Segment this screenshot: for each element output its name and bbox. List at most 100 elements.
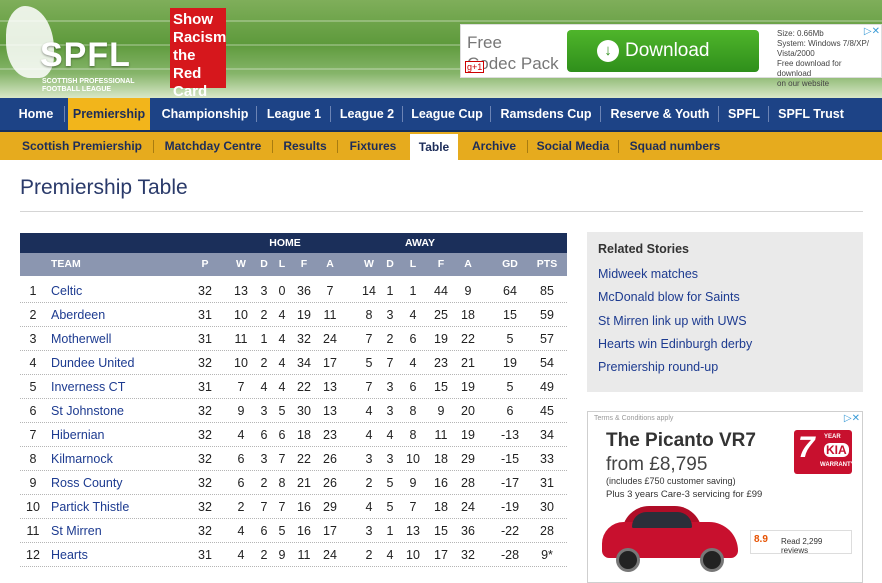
- page-title: Premiership Table: [20, 176, 188, 199]
- row-team-link[interactable]: Celtic: [51, 279, 191, 303]
- row-team-link[interactable]: Hibernian: [51, 423, 191, 447]
- row-team-link[interactable]: Inverness CT: [51, 375, 191, 399]
- nav-item-championship[interactable]: Championship: [155, 98, 255, 130]
- row-team-link[interactable]: Dundee United: [51, 351, 191, 375]
- nav-item-spfl[interactable]: SPFL: [722, 98, 766, 130]
- nav-item-reserve-youth[interactable]: Reserve & Youth: [604, 98, 716, 130]
- row-away-for: 15: [434, 380, 448, 394]
- nav-divider: [490, 106, 491, 122]
- table-row: 9 Ross County 32 6 2 8 21 26 2 5 9 16 28…: [20, 471, 567, 495]
- table-row: 3 Motherwell 31 11 1 4 32 24 7 2 6 19 22…: [20, 327, 567, 351]
- codec-pack-ad[interactable]: Free Codec Pack g+1 ↓ Download Size: 0.6…: [460, 24, 882, 88]
- row-away-for: 19: [434, 332, 448, 346]
- ad-terms: Terms & Conditions apply: [594, 415, 674, 422]
- google-plus-icon[interactable]: g+1: [465, 61, 485, 73]
- row-home-won: 7: [237, 380, 245, 394]
- row-team-link[interactable]: St Mirren: [51, 519, 191, 543]
- row-home-for: 19: [297, 308, 311, 322]
- row-home-against: 17: [323, 356, 337, 370]
- row-home-lost: 4: [278, 380, 286, 394]
- row-played: 32: [198, 404, 212, 418]
- row-away-lost: 7: [409, 500, 417, 514]
- row-team-link[interactable]: Hearts: [51, 543, 191, 567]
- subnav-item-fixtures[interactable]: Fixtures: [341, 132, 405, 160]
- row-away-won: 4: [365, 428, 373, 442]
- ad-close-icon[interactable]: ▷✕: [864, 26, 880, 37]
- nav-divider: [330, 106, 331, 122]
- row-goal-difference: 5: [506, 332, 514, 346]
- row-away-against: 18: [461, 308, 475, 322]
- title-divider: [20, 211, 863, 212]
- download-label: Download: [625, 40, 710, 61]
- row-away-lost: 8: [409, 428, 417, 442]
- col-header-team: TEAM: [51, 258, 81, 270]
- row-team-link[interactable]: Aberdeen: [51, 303, 191, 327]
- subnav-item-results[interactable]: Results: [276, 132, 334, 160]
- nav-item-league-cup[interactable]: League Cup: [406, 98, 488, 130]
- row-home-won: 6: [237, 476, 245, 490]
- col-header-away-for: F: [437, 258, 445, 270]
- row-position: 11: [26, 524, 40, 538]
- related-story-link[interactable]: McDonald blow for Saints: [598, 290, 740, 304]
- row-position: 9: [29, 476, 37, 490]
- row-away-for: 18: [434, 500, 448, 514]
- row-away-won: 3: [365, 452, 373, 466]
- row-team-link[interactable]: St Johnstone: [51, 399, 191, 423]
- row-points: 28: [540, 524, 554, 538]
- row-home-won: 13: [234, 284, 248, 298]
- nav-item-premiership[interactable]: Premiership: [68, 98, 150, 130]
- row-away-against: 29: [461, 452, 475, 466]
- subnav-item-table[interactable]: Table: [410, 134, 458, 162]
- row-home-drawn: 7: [260, 500, 268, 514]
- related-story-link[interactable]: St Mirren link up with UWS: [598, 314, 747, 328]
- row-goal-difference: 5: [506, 380, 514, 394]
- subnav-item-social-media[interactable]: Social Media: [531, 132, 615, 160]
- row-away-for: 9: [437, 404, 445, 418]
- row-home-won: 4: [237, 548, 245, 562]
- nav-item-spfl-trust[interactable]: SPFL Trust: [772, 98, 850, 130]
- row-played: 32: [198, 452, 212, 466]
- row-goal-difference: -28: [500, 548, 520, 562]
- row-away-against: 36: [461, 524, 475, 538]
- row-goal-difference: -17: [500, 476, 520, 490]
- row-home-for: 36: [297, 284, 311, 298]
- reviews-badge[interactable]: 8.9 Read 2,299 reviews: [750, 530, 852, 555]
- related-story-link[interactable]: Hearts win Edinburgh derby: [598, 337, 752, 351]
- row-team-link[interactable]: Partick Thistle: [51, 495, 191, 519]
- row-played: 32: [198, 284, 212, 298]
- row-team-link[interactable]: Motherwell: [51, 327, 191, 351]
- kia-picanto-ad[interactable]: Terms & Conditions apply ▷✕ The Picanto …: [587, 411, 863, 583]
- nav-item-league-2[interactable]: League 2: [334, 98, 400, 130]
- subnav-item-matchday-centre[interactable]: Matchday Centre: [157, 132, 269, 160]
- subnav-item-archive[interactable]: Archive: [464, 132, 524, 160]
- col-header-away-lost: L: [409, 258, 417, 270]
- row-home-lost: 5: [278, 524, 286, 538]
- nav-item-league-1[interactable]: League 1: [260, 98, 328, 130]
- row-points: 57: [540, 332, 554, 346]
- nav-item-ramsdens-cup[interactable]: Ramsdens Cup: [494, 98, 598, 130]
- row-team-link[interactable]: Kilmarnock: [51, 447, 191, 471]
- related-stories-panel: Related Stories Midweek matches McDonald…: [587, 232, 863, 392]
- download-button[interactable]: ↓ Download: [567, 30, 759, 72]
- subnav-item-squad-numbers[interactable]: Squad numbers: [622, 132, 728, 160]
- table-row: 6 St Johnstone 32 9 3 5 30 13 4 3 8 9 20…: [20, 399, 567, 423]
- row-home-against: 11: [323, 308, 337, 322]
- spfl-logo[interactable]: SPFL SCOTTISH PROFESSIONAL FOOTBALL LEAG…: [6, 6, 136, 93]
- row-team-link[interactable]: Ross County: [51, 471, 191, 495]
- show-racism-red-card-badge[interactable]: Show Racism the Red Card: [170, 8, 226, 98]
- row-home-lost: 4: [278, 356, 286, 370]
- related-story-link[interactable]: Midweek matches: [598, 267, 698, 281]
- row-points: 45: [540, 404, 554, 418]
- row-home-won: 10: [234, 308, 248, 322]
- related-story-link[interactable]: Premiership round-up: [598, 360, 718, 374]
- car-wheel: [700, 548, 724, 572]
- row-goal-difference: -15: [500, 452, 520, 466]
- row-played: 32: [198, 524, 212, 538]
- row-home-won: 4: [237, 428, 245, 442]
- ad-close-icon[interactable]: ▷✕: [844, 413, 860, 424]
- row-home-against: 17: [323, 524, 337, 538]
- subnav-item-scottish-premiership[interactable]: Scottish Premiership: [14, 132, 150, 160]
- nav-item-home[interactable]: Home: [10, 98, 62, 130]
- row-home-lost: 8: [278, 476, 286, 490]
- row-home-won: 2: [237, 500, 245, 514]
